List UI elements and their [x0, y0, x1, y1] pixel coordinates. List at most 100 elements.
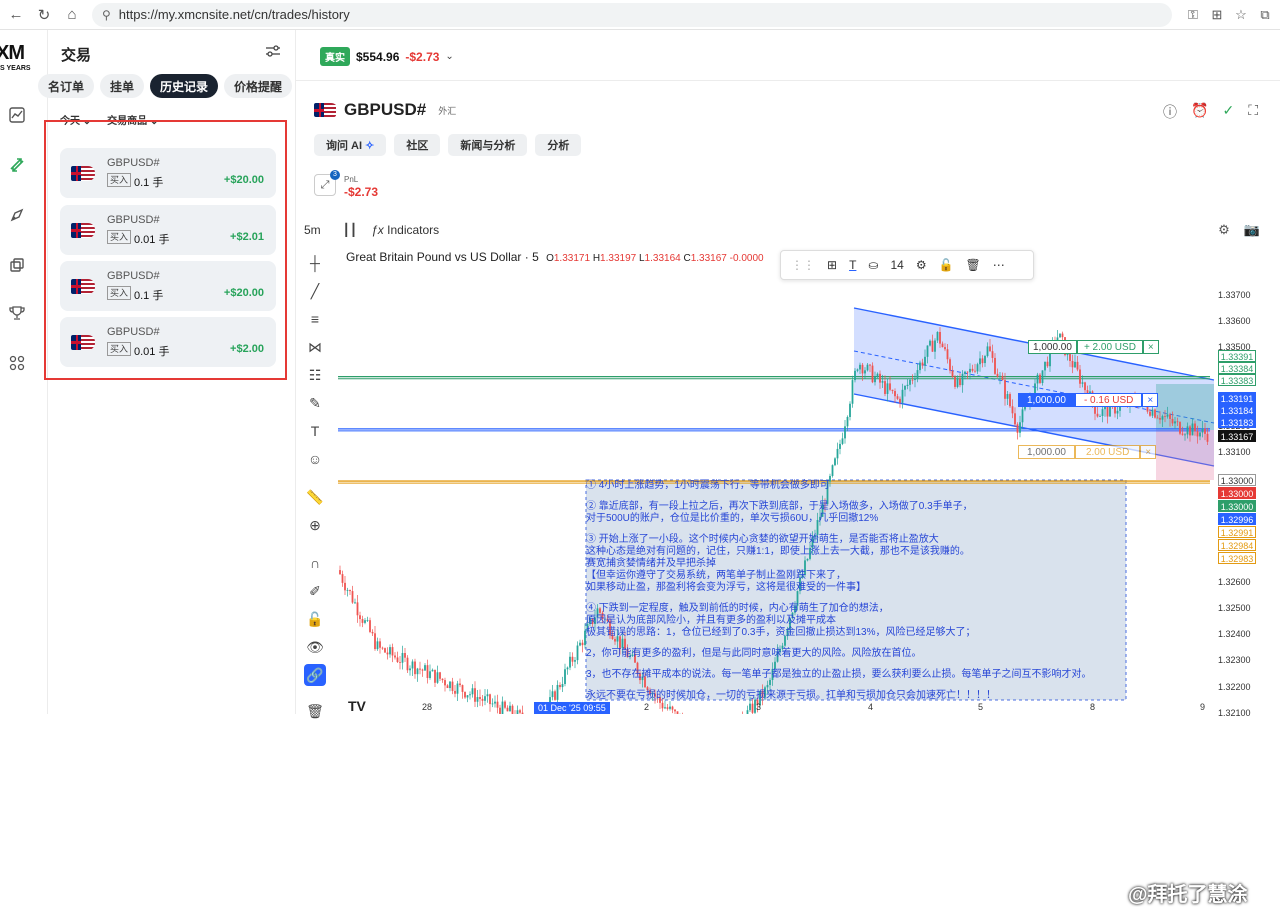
drag-handle-icon[interactable]: ⋮⋮	[791, 258, 815, 272]
trade-side: 买入	[107, 286, 132, 300]
fill-color-icon[interactable]: ⛀	[868, 258, 878, 272]
trash-icon[interactable]: 🗑	[304, 700, 326, 722]
time-tick-label: 3	[756, 702, 762, 712]
logo-subtitle: S YEARS	[0, 65, 31, 72]
price-tick-label: 1.32200	[1218, 681, 1251, 692]
zoom-icon[interactable]: ⊕	[304, 514, 326, 536]
camera-icon[interactable]: 📷	[1244, 222, 1260, 238]
ask-ai-button[interactable]: 询问 AI ✧	[314, 134, 387, 156]
fib-icon[interactable]: ☷	[304, 364, 326, 386]
lock-icon[interactable]: 🔓	[304, 608, 326, 630]
account-summary[interactable]: 真实 $554.96 -$2.73 ⌄	[320, 47, 454, 66]
magnet-icon[interactable]: ∩	[304, 552, 326, 574]
site-info-icon[interactable]: ⚲	[102, 8, 111, 22]
annotation-text[interactable]: ① 4小时上涨趋势，1小时震荡下行，等带机会做多即可 ② 靠近底部，有一段上拉之…	[586, 480, 1126, 711]
tabs-icon[interactable]: ⧉	[1256, 3, 1274, 27]
account-balance: $554.96	[356, 49, 400, 64]
reload-icon[interactable]: ↻	[32, 3, 56, 27]
close-icon[interactable]: ×	[1140, 445, 1157, 459]
copy-icon[interactable]	[8, 256, 26, 274]
template-icon[interactable]: ⊞	[827, 258, 837, 272]
candle-body	[1016, 424, 1019, 433]
link-icon[interactable]: 🔗	[304, 664, 326, 686]
timeframe-button[interactable]: 5m	[304, 223, 321, 237]
settings-sliders-icon[interactable]	[265, 44, 281, 61]
info-icon[interactable]: ⓘ	[1163, 102, 1177, 122]
candle-body	[484, 696, 486, 701]
candle-body	[469, 694, 471, 696]
price-tick-label: 1.33700	[1218, 290, 1251, 300]
tab-price-alerts[interactable]: 价格提醒	[224, 74, 293, 98]
apps-icon[interactable]	[8, 354, 26, 372]
candle-body	[394, 655, 396, 658]
font-size[interactable]: 14	[890, 258, 903, 272]
address-bar[interactable]: ⚲ https://my.xmcnsite.net/cn/trades/hist…	[92, 2, 1172, 27]
candle-body	[1004, 380, 1006, 399]
emoji-icon[interactable]: ☺	[304, 448, 326, 470]
candle-body	[929, 340, 931, 346]
candle-body	[1169, 414, 1171, 419]
settings-icon[interactable]: ⚙	[916, 258, 927, 272]
text-icon[interactable]: T	[304, 420, 326, 442]
candle-body	[1186, 426, 1189, 435]
tab-pending[interactable]: 挂单	[100, 74, 145, 98]
price-chart[interactable]: Great Britain Pound vs US Dollar · 5 O1.…	[338, 244, 1280, 906]
home-icon[interactable]: ⌂	[60, 3, 84, 27]
order-line-label[interactable]: 1,000.00 + 2.00 USD ×	[1028, 340, 1159, 354]
indicators-button[interactable]: ƒx Indicators	[371, 223, 439, 237]
candle-body	[1194, 423, 1196, 432]
alarm-icon[interactable]: ⏰	[1191, 102, 1208, 122]
candle-body	[459, 683, 461, 686]
lock-draw-icon[interactable]: ✐	[304, 580, 326, 602]
candle-body	[1084, 382, 1086, 391]
crosshair-icon[interactable]: ┼	[304, 252, 326, 274]
lock-icon[interactable]: 🔓	[939, 258, 954, 272]
account-type-badge: 真实	[320, 47, 350, 66]
eye-icon[interactable]: 👁	[304, 636, 326, 658]
order-line-label[interactable]: 1,000.00 2.00 USD ×	[1018, 445, 1157, 459]
analysis-button[interactable]: 分析	[535, 134, 582, 156]
candle-body	[914, 378, 916, 380]
candle-body	[896, 396, 899, 399]
candle-body	[849, 403, 851, 417]
candle-body	[899, 398, 901, 403]
brush-icon[interactable]: ✎	[304, 392, 326, 414]
more-icon[interactable]: ⋯	[993, 258, 1005, 272]
candle-body	[991, 351, 994, 358]
back-icon[interactable]: ←	[4, 3, 28, 27]
trade-card[interactable]: GBPUSD# 买入 0.1 手 +$20.00	[60, 261, 276, 311]
text-color-icon[interactable]: T	[849, 258, 856, 272]
close-icon[interactable]: ×	[1142, 340, 1159, 354]
ohlc-high: 1.33197	[600, 253, 637, 264]
extensions-icon[interactable]: ⊞	[1208, 3, 1226, 27]
trendline-icon[interactable]: ╱	[304, 280, 326, 302]
candles-icon[interactable]: ┃┃	[343, 223, 357, 237]
check-icon[interactable]: ✓	[1222, 102, 1234, 122]
chart-icon[interactable]	[8, 106, 26, 124]
tab-history[interactable]: 历史记录	[150, 74, 219, 98]
ruler-icon[interactable]: 📏	[304, 486, 326, 508]
hlines-icon[interactable]: ≡	[304, 308, 326, 330]
order-line-label[interactable]: 1,000.00 - 0.16 USD ×	[1018, 393, 1159, 407]
close-icon[interactable]: ×	[1142, 393, 1159, 407]
pen-icon[interactable]	[8, 206, 26, 224]
tab-open-orders[interactable]: 名订单	[38, 74, 95, 98]
gbpusd-flag-icon	[71, 223, 95, 238]
key-icon[interactable]: ⚿	[1184, 3, 1202, 27]
fullscreen-icon[interactable]: ⛶	[1248, 102, 1258, 122]
candle-body	[836, 448, 839, 459]
pattern-icon[interactable]: ⋈	[304, 336, 326, 358]
trades-icon[interactable]	[8, 156, 26, 174]
community-button[interactable]: 社区	[394, 134, 441, 156]
trash-icon[interactable]: 🗑	[966, 258, 981, 272]
price-tag: 1.33384	[1218, 362, 1256, 374]
news-analysis-button[interactable]: 新闻与分析	[448, 134, 528, 156]
bookmark-icon[interactable]: ☆	[1232, 3, 1250, 27]
trade-card[interactable]: GBPUSD# 买入 0.01 手 +$2.01	[60, 205, 276, 255]
candle-body	[1071, 360, 1074, 368]
trade-card[interactable]: GBPUSD# 买入 0.01 手 +$2.00	[60, 317, 276, 367]
trophy-icon[interactable]	[8, 304, 26, 322]
trade-card[interactable]: GBPUSD# 买入 0.1 手 +$20.00	[60, 148, 276, 198]
settings-icon[interactable]: ⚙	[1218, 222, 1230, 238]
time-tick-label: 28	[422, 702, 433, 712]
